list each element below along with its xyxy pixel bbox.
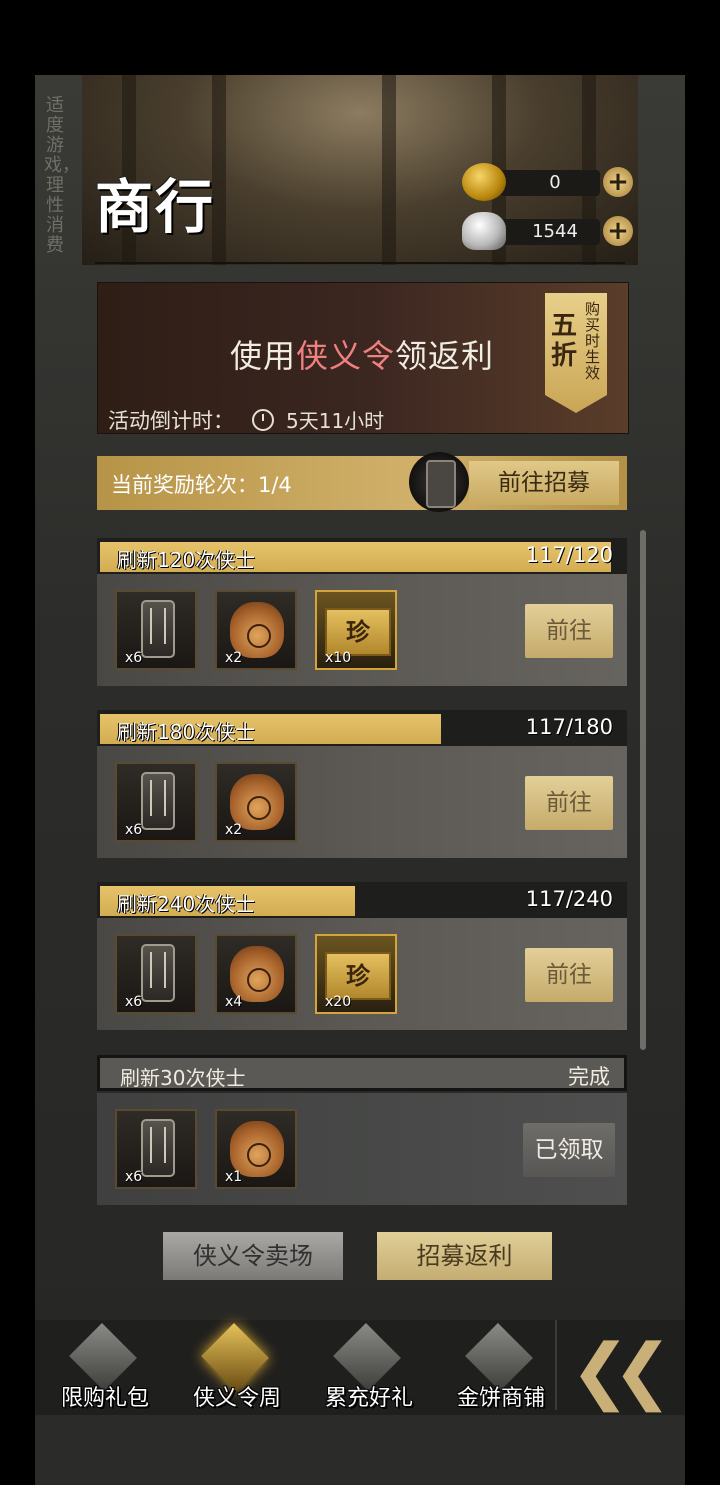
xiayi-token-icon <box>141 772 175 830</box>
nav-label: 金饼商铺 <box>456 1386 545 1411</box>
task-progress-bar: 刷新30次侠士 完成 <box>97 1055 627 1091</box>
task-progress-bar: 刷新120次侠士 117/120 <box>97 538 627 574</box>
reward-quantity: x6 <box>125 994 143 1010</box>
task-name: 刷新240次侠士 <box>117 892 256 916</box>
token-shop-button[interactable]: 侠义令卖场 <box>163 1232 343 1280</box>
reward-item[interactable]: x2 <box>215 762 297 842</box>
silver-amount: 1544 <box>532 221 578 242</box>
add-silver-button[interactable]: + <box>603 216 633 246</box>
reward-quantity: x20 <box>325 994 352 1010</box>
task-rewards: x6 x4 珍 x20 前往 <box>97 918 627 1030</box>
task-name: 刷新120次侠士 <box>117 548 256 572</box>
reward-item[interactable]: x2 <box>215 590 297 670</box>
banner-title: 使用侠义令领返利 <box>230 337 495 375</box>
gold-coin-icon <box>462 163 506 201</box>
task-count: 117/180 <box>525 715 613 739</box>
task-name: 刷新30次侠士 <box>120 1066 246 1090</box>
header-divider <box>95 262 625 264</box>
nav-gold-shop[interactable]: 金饼商铺 <box>436 1320 566 1415</box>
task-progress-bar: 刷新180次侠士 117/180 <box>97 710 627 746</box>
treasure-ticket-icon: 珍 <box>325 952 391 1000</box>
gold-currency: 0 + <box>460 163 640 203</box>
reward-quantity: x6 <box>125 822 143 838</box>
task-count: 117/120 <box>525 543 613 567</box>
nav-limited-pack[interactable]: 限购礼包 <box>40 1320 170 1415</box>
nav-label: 累充好礼 <box>324 1386 413 1411</box>
silver-ingot-icon <box>462 212 506 250</box>
recruit-rebate-button[interactable]: 招募返利 <box>377 1232 552 1280</box>
task-rewards: x6 x2 前往 <box>97 746 627 858</box>
reward-quantity: x4 <box>225 994 243 1010</box>
reward-item[interactable]: 珍 x20 <box>315 934 397 1014</box>
reward-item[interactable]: x6 <box>115 1109 197 1189</box>
task-count: 117/240 <box>525 887 613 911</box>
footer-area <box>35 1415 685 1485</box>
reward-round-bar: 当前奖励轮次：1/4 前往招募 <box>97 452 627 512</box>
reward-item[interactable]: 珍 x10 <box>315 590 397 670</box>
task-count: 完成 <box>568 1065 610 1089</box>
silver-currency: 1544 + <box>460 212 640 252</box>
collapse-icon[interactable]: ❮❮ <box>570 1334 673 1406</box>
nav-label: 限购礼包 <box>60 1386 149 1411</box>
xiayi-token-icon <box>409 452 469 512</box>
reward-item[interactable]: x1 <box>215 1109 297 1189</box>
goto-button[interactable]: 前往 <box>525 776 613 830</box>
reward-item[interactable]: x4 <box>215 934 297 1014</box>
reward-item[interactable]: x6 <box>115 590 197 670</box>
task-progress-bar: 刷新240次侠士 117/240 <box>97 882 627 918</box>
health-slogan: 适度游戏，理性消费 <box>44 95 80 256</box>
gold-amount: 0 <box>549 172 561 193</box>
goto-button[interactable]: 前往 <box>525 604 613 658</box>
reward-quantity: x6 <box>125 650 143 666</box>
claimed-button[interactable]: 已领取 <box>523 1123 615 1177</box>
reward-quantity: x1 <box>225 1169 243 1185</box>
event-banner: 使用侠义令领返利 活动倒计时： 5天11小时 五折 购买时生效 <box>97 282 629 434</box>
shop-logo: 商行 <box>95 172 216 241</box>
task-rewards: x6 x2 珍 x10 前往 <box>97 574 627 686</box>
task-name: 刷新180次侠士 <box>117 720 256 744</box>
scrollbar[interactable] <box>640 530 646 1050</box>
nav-recharge-gift[interactable]: 累充好礼 <box>304 1320 434 1415</box>
reward-quantity: x2 <box>225 822 243 838</box>
add-gold-button[interactable]: + <box>603 167 633 197</box>
task-rewards: x6 x1 已领取 <box>97 1093 627 1205</box>
reward-item[interactable]: x6 <box>115 934 197 1014</box>
nav-divider <box>555 1320 557 1410</box>
goto-recruit-button[interactable]: 前往招募 <box>469 461 619 505</box>
clock-icon <box>252 409 274 431</box>
event-countdown: 活动倒计时： 5天11小时 <box>108 409 385 433</box>
xiayi-token-icon <box>141 944 175 1002</box>
xiayi-token-icon <box>141 1119 175 1177</box>
treasure-ticket-icon: 珍 <box>325 608 391 656</box>
reward-quantity: x6 <box>125 1169 143 1185</box>
goto-button[interactable]: 前往 <box>525 948 613 1002</box>
xiayi-token-icon <box>141 600 175 658</box>
reward-round-label: 当前奖励轮次：1/4 <box>111 473 292 497</box>
nav-xiayi-week[interactable]: 侠义令周 <box>172 1320 302 1415</box>
reward-quantity: x2 <box>225 650 243 666</box>
reward-item[interactable]: x6 <box>115 762 197 842</box>
nav-label: 侠义令周 <box>192 1386 281 1411</box>
discount-tag: 五折 购买时生效 <box>545 293 607 413</box>
reward-quantity: x10 <box>325 650 352 666</box>
